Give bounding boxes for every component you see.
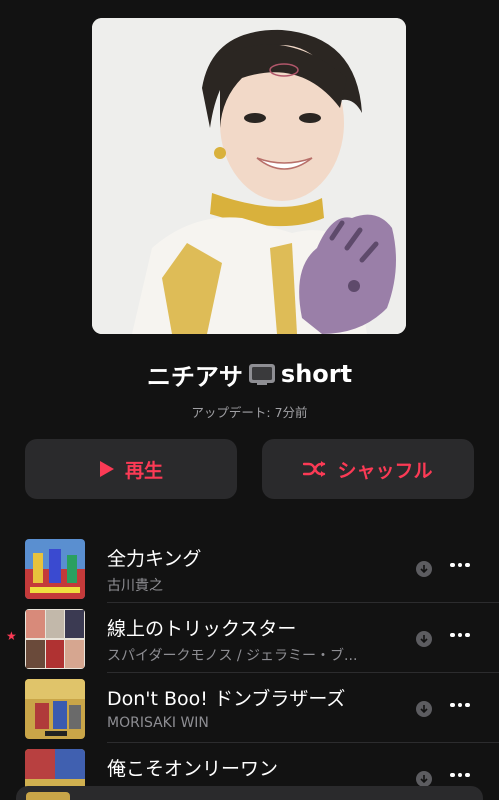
downloaded-icon [416, 701, 432, 717]
track-list: 全力キング 古川貴之 ★ 線上のトリックスター スパイダークモノス / ジェラミ… [0, 533, 499, 800]
downloaded-icon [416, 631, 432, 647]
track-artwork [25, 679, 85, 739]
track-title: Don't Boo! ドンブラザーズ [107, 688, 346, 710]
track-artist: MORISAKI WIN [107, 715, 209, 731]
downloaded-icon [416, 561, 432, 577]
more-options-icon[interactable] [448, 623, 472, 647]
downloaded-icon [416, 771, 432, 787]
shuffle-label: シャッフル [337, 459, 433, 482]
track-title: 線上のトリックスター [107, 618, 297, 640]
play-label: 再生 [124, 459, 163, 482]
playlist-title-row: ニチアサ short [0, 356, 499, 392]
more-options-icon[interactable] [448, 763, 472, 787]
track-artwork [25, 539, 85, 599]
play-button[interactable]: 再生 [25, 439, 237, 499]
track-row[interactable]: 全力キング 古川貴之 [0, 533, 499, 603]
playlist-title-suffix: short [280, 360, 353, 388]
mini-player-artwork [26, 792, 70, 800]
favorite-star-icon: ★ [6, 629, 17, 643]
playlist-updated: アップデート: 7分前 [191, 405, 308, 420]
tv-icon [247, 361, 277, 387]
track-artist: 古川貴之 [107, 578, 163, 594]
track-artist: スパイダークモノス / ジェラミー・ブ... [107, 648, 358, 664]
more-options-icon[interactable] [448, 693, 472, 717]
playlist-artwork [92, 18, 406, 334]
track-artwork [25, 609, 85, 669]
playlist-title: ニチアサ [146, 362, 243, 391]
shuffle-icon [303, 460, 327, 478]
shuffle-button[interactable]: シャッフル [262, 439, 474, 499]
track-row[interactable]: ★ 線上のトリックスター スパイダークモノス / ジェラミー・ブ... [0, 603, 499, 673]
mini-player[interactable] [16, 786, 483, 800]
track-title: 全力キング [107, 548, 202, 570]
play-icon [99, 460, 115, 478]
track-row[interactable]: Don't Boo! ドンブラザーズ MORISAKI WIN [0, 673, 499, 743]
more-options-icon[interactable] [448, 553, 472, 577]
track-title: 俺こそオンリーワン [107, 758, 279, 780]
